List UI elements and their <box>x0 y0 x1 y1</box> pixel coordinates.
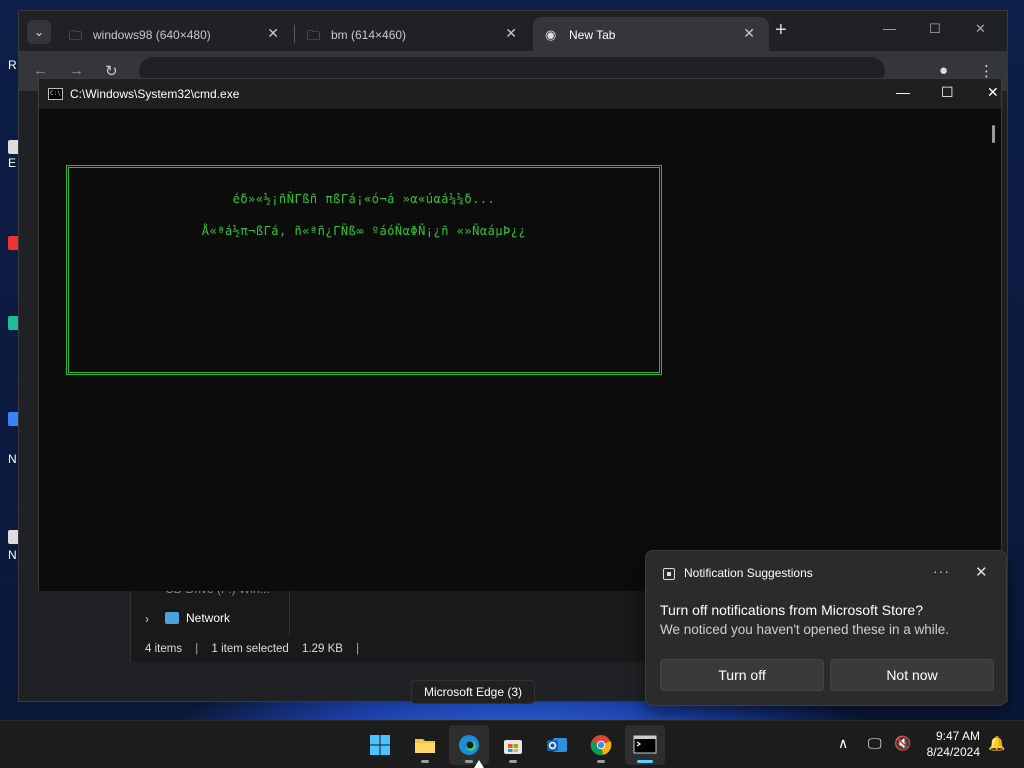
tab-title: New Tab <box>569 28 616 42</box>
show-hidden-icons-icon[interactable]: ∧ <box>838 735 848 752</box>
nav-item-network[interactable]: Network <box>186 611 230 625</box>
cmd-titlebar[interactable]: C:\ C:\Windows\System32\cmd.exe — ☐ ✕ <box>39 79 1001 109</box>
selection-count: 1 item selected <box>211 643 289 655</box>
maximize-button[interactable]: ☐ <box>929 21 941 37</box>
notification-app-name: Notification Suggestions <box>684 566 813 580</box>
close-icon[interactable]: ✕ <box>267 25 279 42</box>
tab-windows98[interactable]: 🗀 windows98 (640×480) ✕ <box>57 17 293 51</box>
notification-bell-icon[interactable]: 🔔 <box>988 735 1005 752</box>
start-button[interactable] <box>360 725 400 765</box>
clock-date[interactable]: 8/24/2024 <box>918 745 980 759</box>
notification-toast: Notification Suggestions ··· ✕ Turn off … <box>645 550 1007 706</box>
running-indicator <box>421 760 429 763</box>
console-output[interactable]: éδ»«½¡ñÑΓßñ πßΓá¡«ó¬á »α«úαá¼¼δ... Å«ªá½… <box>39 109 1001 591</box>
selection-size: 1.29 KB <box>302 643 343 655</box>
profile-icon[interactable]: ● <box>939 62 948 79</box>
back-icon[interactable]: ← <box>33 62 48 79</box>
folder-icon: 🗀 <box>69 28 83 43</box>
desktop-icon-label[interactable]: N <box>8 452 17 466</box>
close-icon[interactable]: ✕ <box>975 563 988 581</box>
tab-search-button[interactable]: ⌄ <box>27 20 51 44</box>
window-title: C:\Windows\System32\cmd.exe <box>70 87 240 101</box>
folder-icon: 🗀 <box>307 28 321 43</box>
chrome-icon <box>590 735 612 756</box>
taskbar-microsoft-store[interactable] <box>493 725 533 765</box>
terminal-icon <box>633 735 657 754</box>
not-now-button[interactable]: Not now <box>830 659 994 691</box>
desktop-icon-label[interactable]: N <box>8 548 17 562</box>
minimize-button[interactable]: — <box>896 84 910 100</box>
close-button[interactable]: ✕ <box>975 21 986 37</box>
turn-off-button[interactable]: Turn off <box>660 659 824 691</box>
outlook-icon <box>547 738 567 752</box>
status-bar: 4 items | 1 item selected 1.29 KB | <box>145 643 369 655</box>
edge-icon <box>459 735 479 755</box>
console-text-line: Å«ªá½π¬ßΓá, ñ«ªñ¿ΓÑß∞ ºáóÑαΦÑ¡¿ñ «»ÑαáµÞ… <box>201 224 527 238</box>
cmd-icon: C:\ <box>48 88 63 100</box>
chevron-right-icon[interactable]: › <box>145 612 149 626</box>
tab-strip: ⌄ 🗀 windows98 (640×480) ✕ 🗀 bm (614×460)… <box>19 11 1007 51</box>
volume-muted-icon[interactable]: 🔇 <box>894 735 911 752</box>
taskbar: ∧ 🖵 🔇 🔔 <box>0 720 1024 768</box>
taskbar-file-explorer[interactable] <box>405 725 445 765</box>
windows-logo-icon <box>370 735 390 755</box>
scrollbar[interactable] <box>992 125 995 143</box>
file-explorer-window: CD Drive (F:) Win... › Network 4 items |… <box>130 582 650 662</box>
folder-icon <box>415 739 435 753</box>
tab-new-tab[interactable]: ◉ New Tab ✕ <box>533 17 769 51</box>
new-tab-button[interactable]: + <box>775 19 787 42</box>
running-indicator <box>597 760 605 763</box>
tab-title: bm (614×460) <box>331 28 407 42</box>
clock-time[interactable]: 9:47 AM <box>928 729 980 743</box>
chrome-icon: ◉ <box>545 27 557 42</box>
maximize-button[interactable]: ☐ <box>941 84 954 101</box>
tab-title: windows98 (640×480) <box>93 28 211 42</box>
mouse-cursor <box>474 760 484 768</box>
desktop-icon-label[interactable]: E <box>8 156 16 170</box>
cmd-window: C:\ C:\Windows\System32\cmd.exe — ☐ ✕ éδ… <box>38 78 1002 591</box>
tab-bm[interactable]: 🗀 bm (614×460) ✕ <box>295 17 531 51</box>
divider: | <box>195 643 199 655</box>
network-icon <box>165 612 179 624</box>
taskbar-outlook[interactable] <box>537 725 577 765</box>
minimize-button[interactable]: — <box>883 21 896 36</box>
console-text-line: éδ»«½¡ñÑΓßñ πßΓá¡«ó¬á »α«úαá¼¼δ... <box>232 192 496 206</box>
pane-divider <box>289 586 290 636</box>
close-icon[interactable]: ✕ <box>743 25 755 42</box>
forward-icon[interactable]: → <box>69 62 84 79</box>
close-icon[interactable]: ✕ <box>505 25 517 42</box>
item-count: 4 items <box>145 643 183 655</box>
network-icon[interactable]: 🖵 <box>868 735 882 752</box>
taskbar-tooltip: Microsoft Edge (3) <box>411 680 535 704</box>
close-button[interactable]: ✕ <box>987 84 999 101</box>
store-icon <box>504 740 522 754</box>
running-indicator <box>509 760 517 763</box>
taskbar-chrome[interactable] <box>581 725 621 765</box>
desktop-icon-label[interactable]: R <box>8 58 17 72</box>
notification-app-icon <box>663 568 675 580</box>
more-options-icon[interactable]: ··· <box>933 563 950 579</box>
taskbar-terminal[interactable] <box>625 725 665 765</box>
divider: | <box>356 643 360 655</box>
notification-heading: Turn off notifications from Microsoft St… <box>660 602 923 618</box>
notification-body: We noticed you haven't opened these in a… <box>660 622 950 637</box>
running-indicator <box>637 760 653 763</box>
running-indicator <box>465 760 473 763</box>
taskbar-edge[interactable] <box>449 725 489 765</box>
dos-dialog-box: éδ»«½¡ñÑΓßñ πßΓá¡«ó¬á »α«úαá¼¼δ... Å«ªá½… <box>66 165 662 375</box>
